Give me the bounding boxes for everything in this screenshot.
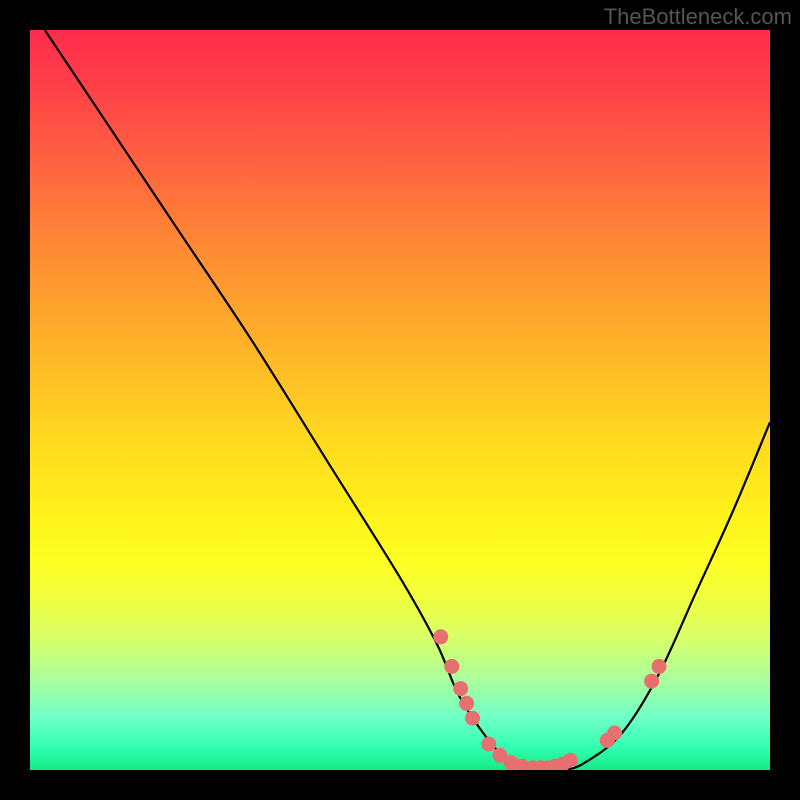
curve-markers bbox=[433, 629, 666, 770]
curve-marker bbox=[555, 757, 570, 770]
curve-marker bbox=[481, 737, 496, 752]
curve-marker bbox=[563, 753, 578, 768]
watermark-text: TheBottleneck.com bbox=[604, 4, 792, 30]
curve-marker bbox=[504, 755, 519, 770]
curve-marker bbox=[533, 760, 548, 770]
curve-marker bbox=[607, 726, 622, 741]
curve-marker bbox=[465, 711, 480, 726]
curve-marker bbox=[433, 629, 448, 644]
curve-marker bbox=[548, 759, 563, 770]
curve-marker bbox=[444, 659, 459, 674]
curve-marker bbox=[652, 659, 667, 674]
curve-marker bbox=[541, 760, 556, 770]
curve-marker bbox=[526, 760, 541, 770]
chart-plot-area bbox=[30, 30, 770, 770]
curve-marker bbox=[644, 674, 659, 689]
curve-marker bbox=[492, 748, 507, 763]
curve-marker bbox=[600, 733, 615, 748]
curve-marker bbox=[459, 696, 474, 711]
curve-path bbox=[45, 30, 770, 770]
bottleneck-curve bbox=[30, 30, 770, 770]
curve-marker bbox=[453, 681, 468, 696]
curve-marker bbox=[515, 759, 530, 770]
